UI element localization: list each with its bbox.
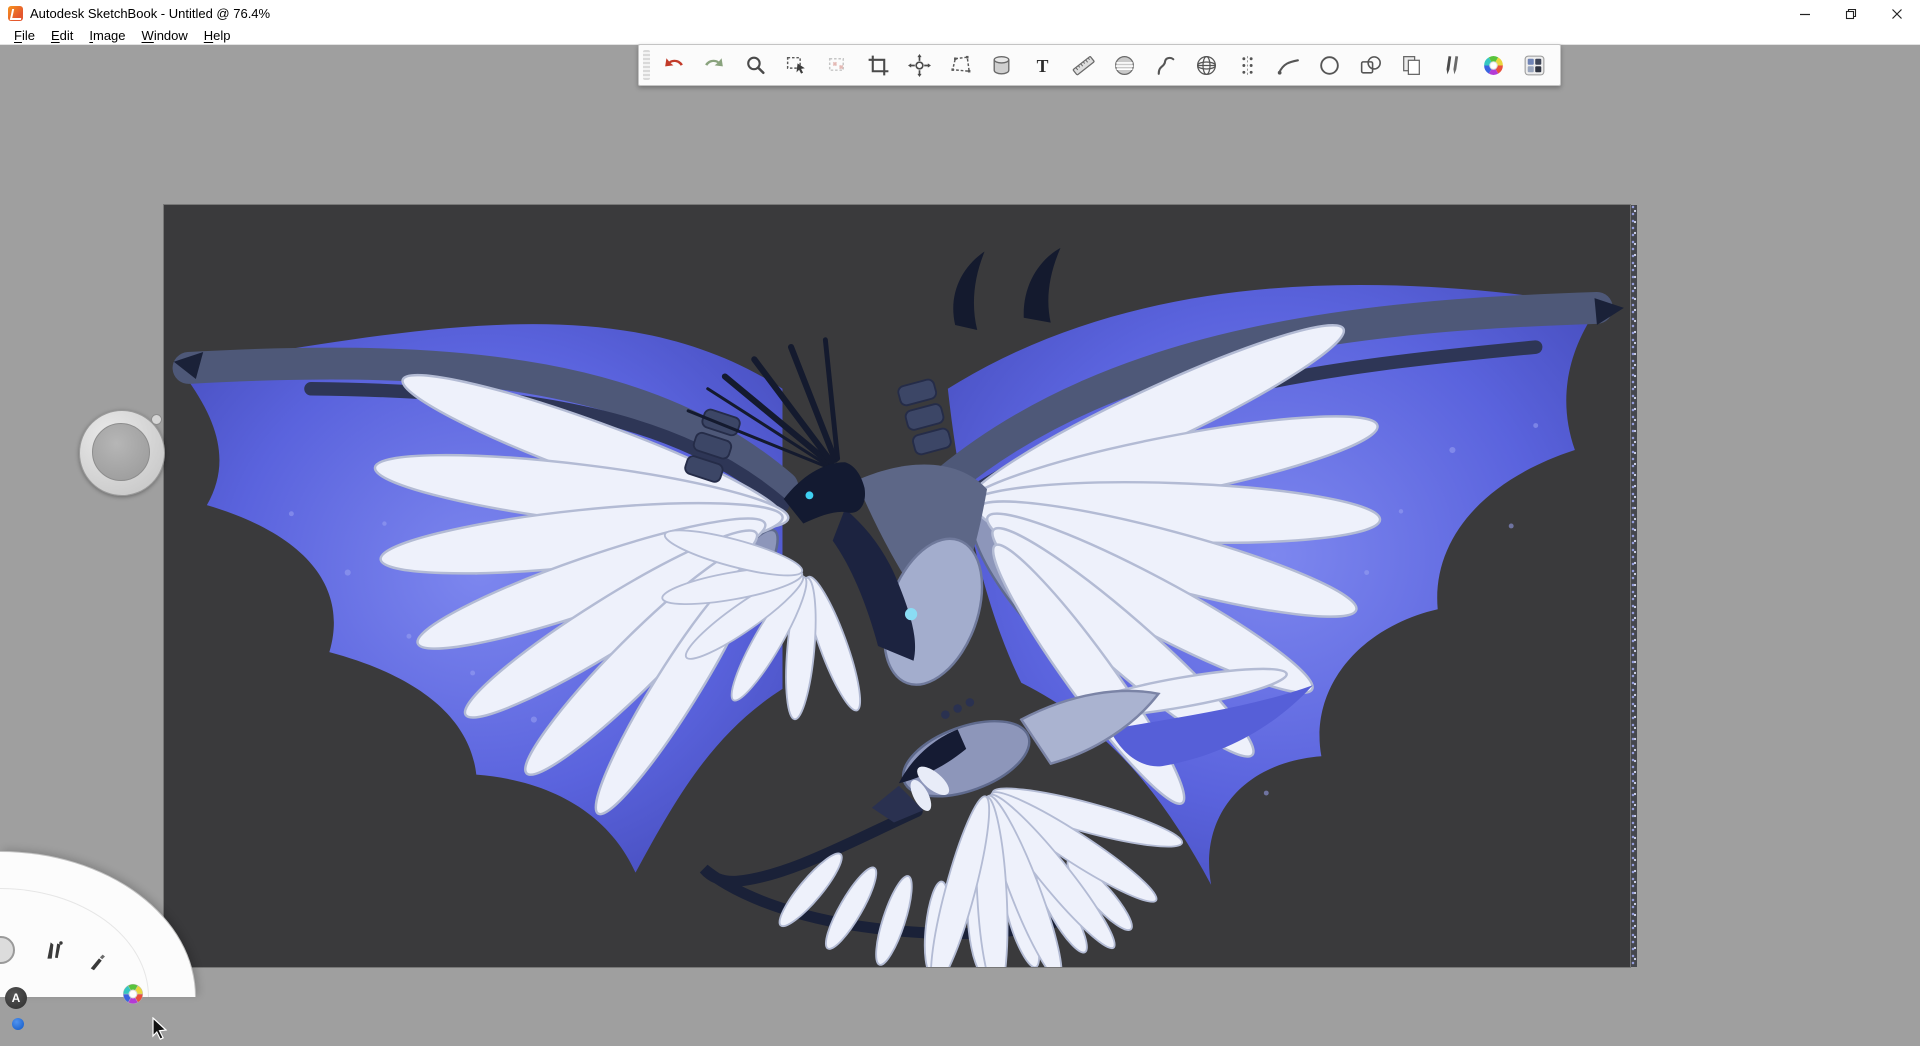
- color-editor-button[interactable]: [1473, 46, 1514, 84]
- quick-selection-button[interactable]: [817, 46, 858, 84]
- transform-button[interactable]: [899, 46, 940, 84]
- french-curve-button[interactable]: [1145, 46, 1186, 84]
- steady-stroke-button[interactable]: [1268, 46, 1309, 84]
- transform-icon: [908, 53, 931, 77]
- shapes-icon: [1360, 55, 1381, 74]
- menu-item-window[interactable]: Window: [134, 28, 196, 43]
- text-button[interactable]: T: [1022, 46, 1063, 84]
- import-image-icon: [1403, 55, 1420, 75]
- perspective-icon: [1197, 55, 1216, 75]
- ellipse-button[interactable]: [1309, 46, 1350, 84]
- french-curve-icon: [1157, 56, 1175, 75]
- crop-button[interactable]: [858, 46, 899, 84]
- close-icon: [1892, 8, 1902, 19]
- brush-puck-inner: [92, 423, 150, 481]
- redo-button[interactable]: [694, 46, 735, 84]
- blue-status-dot[interactable]: [12, 1018, 24, 1030]
- shapes-button[interactable]: [1350, 46, 1391, 84]
- window-controls: [1782, 0, 1920, 27]
- workspace: A: [0, 45, 1920, 1041]
- perspective-button[interactable]: [1186, 46, 1227, 84]
- svg-text:T: T: [1037, 55, 1049, 75]
- menu-item-image[interactable]: Image: [81, 28, 133, 43]
- title-bar: Autodesk SketchBook - Untitled @ 76.4%: [0, 0, 1920, 27]
- restore-icon: [1845, 8, 1857, 19]
- redo-icon: [705, 57, 723, 66]
- ruler-button[interactable]: [1063, 46, 1104, 84]
- crop-icon: [868, 55, 889, 75]
- menu-item-edit[interactable]: Edit: [43, 28, 81, 43]
- import-image-button[interactable]: [1391, 46, 1432, 84]
- distort-button[interactable]: [940, 46, 981, 84]
- app-icon: [8, 6, 23, 21]
- menu-item-help[interactable]: Help: [196, 28, 239, 43]
- sketchbook-logo[interactable]: A: [5, 987, 27, 1009]
- distort-icon: [951, 55, 971, 72]
- zoom-button[interactable]: [735, 46, 776, 84]
- minimize-icon: [1800, 13, 1810, 15]
- ruler-icon: [1072, 55, 1095, 75]
- brush-puck-handle-dot: [151, 414, 162, 425]
- dragon-artwork: [172, 247, 1624, 967]
- canvas[interactable]: [164, 205, 1630, 967]
- brush-library-button[interactable]: [1432, 46, 1473, 84]
- restore-button[interactable]: [1828, 0, 1874, 27]
- quick-selection-icon: [828, 57, 844, 71]
- ellipse-icon: [1320, 55, 1339, 75]
- canvas-edge-artifact: [1631, 205, 1637, 967]
- menu-bar: File Edit Image Window Help: [0, 27, 1920, 45]
- selection-icon: [786, 56, 805, 74]
- brush-tool-icon[interactable]: [88, 951, 110, 976]
- fill-icon: [993, 55, 1010, 75]
- layer-editor-button[interactable]: [1514, 46, 1555, 84]
- undo-icon: [665, 57, 683, 66]
- lagoon-color-wheel-icon[interactable]: [120, 981, 146, 1010]
- minimize-button[interactable]: [1782, 0, 1828, 27]
- color-wheel-icon: [1484, 55, 1503, 75]
- selection-button[interactable]: [776, 46, 817, 84]
- undo-button[interactable]: [653, 46, 694, 84]
- window-title: Autodesk SketchBook - Untitled @ 76.4%: [30, 6, 271, 21]
- mouse-cursor: [150, 1016, 172, 1046]
- brush-palette-icon[interactable]: [42, 937, 68, 966]
- text-icon: T: [1037, 55, 1049, 75]
- close-button[interactable]: [1874, 0, 1920, 27]
- symmetry-icon: [1242, 55, 1253, 75]
- magnifier-icon: [747, 56, 765, 74]
- fill-button[interactable]: [981, 46, 1022, 84]
- menu-item-file[interactable]: File: [6, 28, 43, 43]
- steady-stroke-icon: [1277, 58, 1299, 75]
- layer-editor-icon: [1524, 55, 1545, 75]
- toolbar-grip[interactable]: [643, 50, 650, 80]
- brush-library-icon: [1446, 55, 1459, 74]
- main-toolbar: T: [638, 44, 1561, 86]
- ellipse-guide-icon: [1115, 55, 1134, 75]
- symmetry-button[interactable]: [1227, 46, 1268, 84]
- ellipse-guide-button[interactable]: [1104, 46, 1145, 84]
